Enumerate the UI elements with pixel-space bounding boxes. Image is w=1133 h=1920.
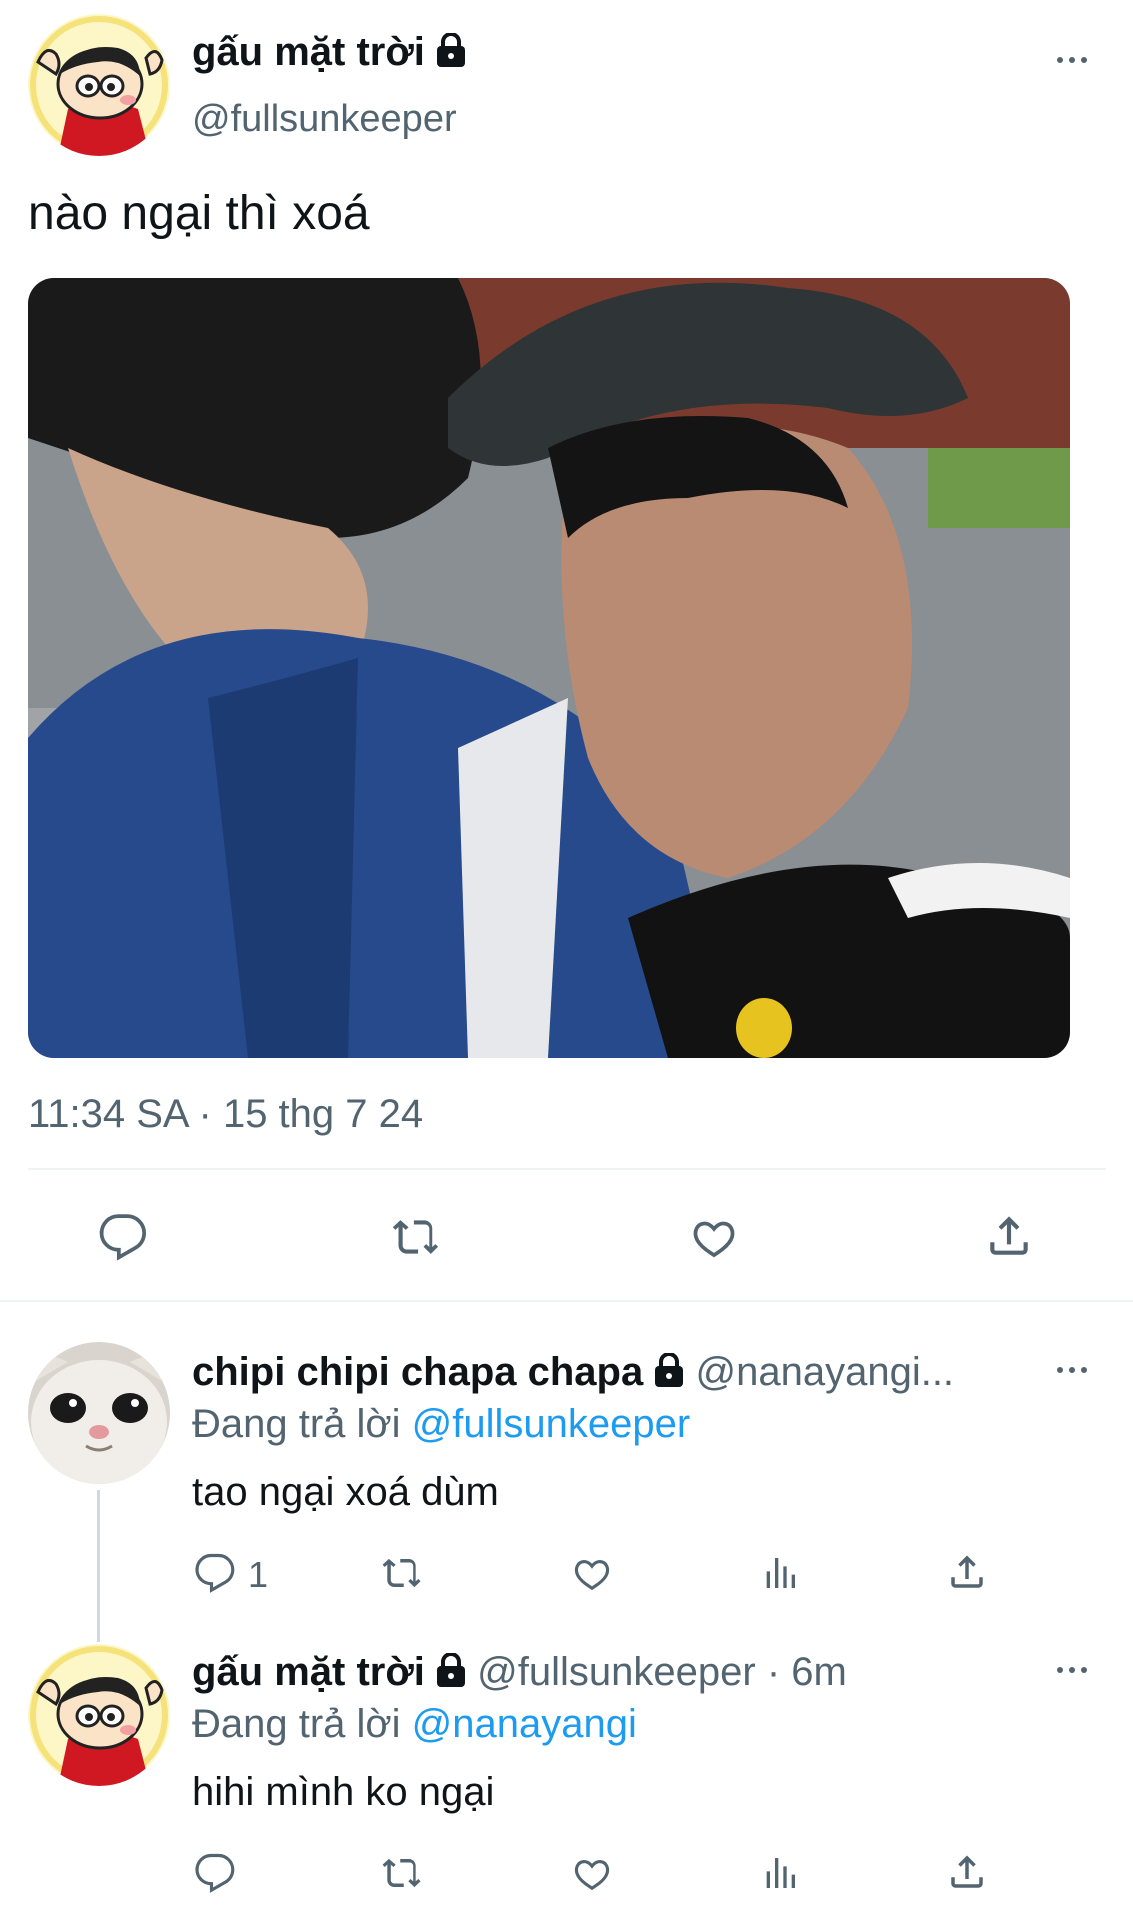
reply-author-avatar[interactable] bbox=[28, 1644, 170, 1786]
reply-icon[interactable] bbox=[98, 1212, 148, 1262]
replying-to-line: Đang trả lời @nanayangi bbox=[192, 1700, 637, 1748]
analytics-icon[interactable] bbox=[760, 1852, 800, 1894]
reply-count: 1 bbox=[248, 1554, 269, 1595]
reply-header: chipi chipi chapa chapa @nanayangi... bbox=[192, 1348, 954, 1398]
replying-to-prefix: Đang trả lời bbox=[192, 1402, 401, 1446]
like-icon[interactable] bbox=[688, 1212, 740, 1262]
like-icon[interactable] bbox=[570, 1552, 614, 1594]
tweet-timestamp[interactable]: 11:34 SA · 15 thg 7 24 bbox=[28, 1090, 423, 1138]
cat-avatar-icon bbox=[28, 1342, 170, 1484]
reply-author-name[interactable]: gấu mặt trời bbox=[192, 1650, 425, 1694]
divider bbox=[28, 1168, 1106, 1170]
reply-author-avatar[interactable] bbox=[28, 1342, 170, 1484]
more-options-icon[interactable] bbox=[1055, 1660, 1095, 1680]
tweet-text: nào ngại thì xoá bbox=[28, 187, 370, 240]
crayon-cartoon-avatar-icon bbox=[28, 14, 170, 156]
photo-image bbox=[28, 278, 1070, 1058]
lock-icon bbox=[436, 30, 466, 78]
reply-author-name[interactable]: chipi chipi chapa chapa bbox=[192, 1350, 643, 1394]
author-name-row: gấu mặt trời bbox=[192, 28, 466, 78]
reply-text: hihi mình ko ngại bbox=[192, 1770, 495, 1814]
more-options-icon[interactable] bbox=[1055, 1360, 1095, 1380]
share-icon[interactable] bbox=[946, 1850, 988, 1894]
reply-author-handle[interactable]: @nanayangi... bbox=[695, 1350, 954, 1394]
crayon-cartoon-avatar-icon bbox=[28, 1644, 170, 1786]
retweet-icon[interactable] bbox=[390, 1212, 442, 1262]
replying-to-mention[interactable]: @nanayangi bbox=[412, 1702, 637, 1746]
replying-to-prefix: Đang trả lời bbox=[192, 1702, 401, 1746]
analytics-icon[interactable] bbox=[760, 1552, 800, 1594]
retweet-icon[interactable] bbox=[380, 1552, 424, 1594]
reply-icon[interactable] bbox=[194, 1552, 236, 1594]
author-display-name[interactable]: gấu mặt trời bbox=[192, 30, 425, 74]
share-icon[interactable] bbox=[946, 1550, 988, 1594]
like-icon[interactable] bbox=[570, 1852, 614, 1894]
lock-icon bbox=[436, 1650, 466, 1698]
author-handle[interactable]: @fullsunkeeper bbox=[192, 96, 457, 142]
reply-author-handle[interactable]: @fullsunkeeper · 6m bbox=[477, 1650, 847, 1694]
divider bbox=[0, 1300, 1133, 1302]
reply-header: gấu mặt trời @fullsunkeeper · 6m bbox=[192, 1648, 847, 1698]
replying-to-mention[interactable]: @fullsunkeeper bbox=[412, 1402, 691, 1446]
tweet-photo[interactable] bbox=[28, 278, 1070, 1058]
author-avatar[interactable] bbox=[28, 14, 170, 156]
reply-icon[interactable] bbox=[194, 1852, 236, 1894]
thread-connector-line bbox=[97, 1490, 100, 1642]
retweet-icon[interactable] bbox=[380, 1852, 424, 1894]
share-icon[interactable] bbox=[984, 1210, 1034, 1262]
more-options-icon[interactable] bbox=[1055, 50, 1095, 70]
replying-to-line: Đang trả lời @fullsunkeeper bbox=[192, 1400, 690, 1448]
lock-icon bbox=[654, 1350, 684, 1398]
reply-text: tao ngại xoá dùm bbox=[192, 1470, 499, 1514]
